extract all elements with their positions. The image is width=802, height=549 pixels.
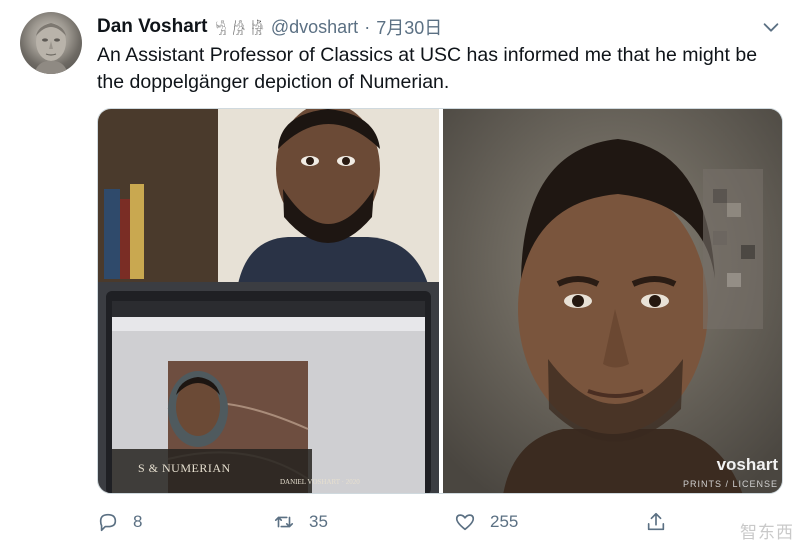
photo-man-with-laptop[interactable]: S & NUMERIAN DANIEL VOSHART · 2020 xyxy=(98,109,439,493)
like-button[interactable]: 255 xyxy=(454,507,518,537)
tweet-media[interactable]: S & NUMERIAN DANIEL VOSHART · 2020 vosha… xyxy=(97,108,783,494)
heart-icon xyxy=(455,514,475,531)
name-emoji-glyphs: 𓀜 𓀙 𓀛 xyxy=(215,21,265,39)
voshart-watermark-sub: PRINTS / LICENSE xyxy=(682,479,778,489)
avatar[interactable] xyxy=(20,12,82,74)
chevron-down-icon[interactable] xyxy=(760,16,782,38)
separator-dot: · xyxy=(364,16,371,37)
laptop-screen-caption: S & NUMERIAN xyxy=(138,461,231,475)
numerian-portrait-image xyxy=(443,109,782,493)
man-with-laptop-image xyxy=(98,109,439,493)
like-count: 255 xyxy=(490,512,519,531)
reply-icon xyxy=(99,513,117,532)
reply-button[interactable]: 8 xyxy=(97,507,142,537)
author-name[interactable]: Dan Voshart xyxy=(97,16,208,38)
avatar-bust-image xyxy=(34,23,68,74)
author-handle[interactable]: @dvoshart xyxy=(271,17,358,38)
tweet-text: An Assistant Professor of Classics at US… xyxy=(97,44,758,93)
retweet-icon xyxy=(274,516,294,528)
retweet-button[interactable]: 35 xyxy=(273,507,328,537)
photo-numerian-render[interactable]: voshart PRINTS / LICENSE xyxy=(443,109,782,493)
voshart-watermark: voshart xyxy=(716,455,778,474)
retweet-count: 35 xyxy=(309,512,328,531)
tweet-action-bar: 8 35 255 xyxy=(97,507,787,537)
laptop-screen-subcaption: DANIEL VOSHART · 2020 xyxy=(280,478,360,486)
share-icon xyxy=(647,512,665,531)
corner-watermark: 智东西 xyxy=(740,523,794,543)
share-button[interactable] xyxy=(645,507,681,537)
reply-count: 8 xyxy=(133,512,143,531)
tweet-date[interactable]: 7月30日 xyxy=(376,14,442,40)
tweet-header: Dan Voshart 𓀜 𓀙 𓀛 @dvoshart · 7月30日 xyxy=(97,14,782,40)
